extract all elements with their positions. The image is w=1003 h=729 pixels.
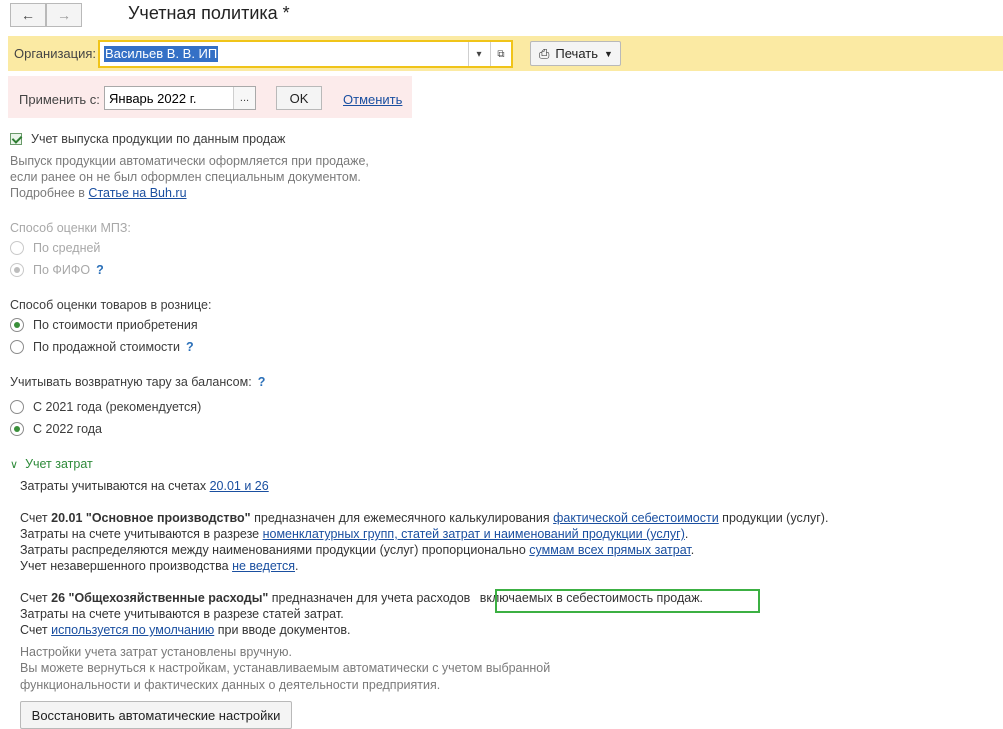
production-desc-1: Выпуск продукции автоматически оформляет… <box>10 154 369 168</box>
retail-option-purchase[interactable]: По стоимости приобретения <box>10 318 198 332</box>
a26-name: "Общехозяйственные расходы" <box>65 591 269 605</box>
a2001-text: Счет <box>20 511 52 525</box>
production-checkbox-row[interactable]: Учет выпуска продукции по данным продаж <box>10 120 610 146</box>
highlight-box <box>495 589 760 613</box>
help-icon[interactable]: ? <box>186 340 194 354</box>
mpz-option-fifo: По ФИФО ? <box>10 263 104 277</box>
organization-field[interactable]: Васильев В. В. ИП ▾ ⧉ <box>98 40 513 68</box>
a2001-text-2: предназначен для ежемесячного калькулиро… <box>250 511 554 525</box>
a26-line2: Затраты на счете учитываются в разрезе с… <box>20 607 344 621</box>
arrow-left-icon: ← <box>21 7 35 23</box>
radio-selected-icon[interactable] <box>10 318 24 332</box>
arrow-right-icon: → <box>57 7 71 23</box>
manual-note-3: функциональности и фактических данных о … <box>20 678 441 692</box>
retail-purchase-label: По стоимости приобретения <box>33 318 198 332</box>
a26-text-2: предназначен для учета расходов <box>268 591 474 605</box>
manual-note-2: Вы можете вернуться к настройкам, устана… <box>20 661 551 675</box>
radio-selected-icon <box>10 263 24 277</box>
accounts-link[interactable]: 20.01 и 26 <box>210 479 269 493</box>
a26-num: 26 <box>51 591 66 605</box>
retail-option-sale[interactable]: По продажной стоимости ? <box>10 340 194 354</box>
caret-down-icon: ▼ <box>604 48 613 59</box>
used-by-default-link[interactable]: используется по умолчанию <box>51 623 214 637</box>
help-icon[interactable]: ? <box>258 375 266 389</box>
tare-label-row: Учитывать возвратную тару за балансом: ? <box>10 375 265 389</box>
tare-option-2021[interactable]: С 2021 года (рекомендуется) <box>10 400 201 414</box>
a2001-line3-suffix: . <box>690 543 695 557</box>
costs-section-title: Учет затрат <box>25 457 93 471</box>
print-button[interactable]: ⎙ Печать ▼ <box>530 41 621 66</box>
a26-line3-text: Счет <box>20 623 52 637</box>
production-desc-2: если ранее он не был оформлен специальны… <box>10 170 361 184</box>
a2001-line2-suffix: . <box>684 527 689 541</box>
accounts-prefix: Затраты учитываются на счетах <box>20 479 210 493</box>
production-checkbox-label: Учет выпуска продукции по данным продаж <box>31 132 286 146</box>
organization-open-button[interactable]: ⧉ <box>490 42 511 66</box>
actual-cost-link[interactable]: фактической себестоимости <box>553 511 719 525</box>
a2001-line4-suffix: . <box>295 559 299 573</box>
buh-article-link[interactable]: Статье на Buh.ru <box>88 186 186 200</box>
more-prefix: Подробнее в <box>10 186 89 200</box>
direct-costs-link[interactable]: суммам всех прямых затрат <box>529 543 690 557</box>
a2001-num: 20.01 <box>51 511 83 525</box>
nomenclature-groups-link[interactable]: номенклатурных групп, статей затрат и на… <box>263 527 685 541</box>
tare-label: Учитывать возвратную тару за балансом: <box>10 375 252 389</box>
a26-text: Счет <box>20 591 52 605</box>
checkbox-checked-icon[interactable] <box>10 133 22 145</box>
page-title: Учетная политика * <box>128 3 290 23</box>
a2001-line4-text: Учет незавершенного производства <box>20 559 233 573</box>
a26-line3-suffix: при вводе документов. <box>214 623 351 637</box>
tare-option-2022[interactable]: С 2022 года <box>10 422 102 436</box>
organization-dropdown-button[interactable]: ▾ <box>468 42 489 66</box>
print-label: Печать <box>555 46 598 61</box>
a2001-line3-text: Затраты распределяются между наименовани… <box>20 543 530 557</box>
organization-label: Организация: <box>14 46 97 61</box>
cancel-link[interactable]: Отменить <box>343 92 402 107</box>
chevron-down-icon: ∨ <box>10 458 19 471</box>
back-button[interactable]: ← <box>10 3 46 27</box>
mpz-label: Способ оценки МПЗ: <box>10 221 131 235</box>
help-icon[interactable]: ? <box>96 263 104 277</box>
radio-icon[interactable] <box>10 400 24 414</box>
radio-icon[interactable] <box>10 340 24 354</box>
retail-label: Способ оценки товаров в рознице: <box>10 298 212 312</box>
ok-button[interactable]: OK <box>276 86 322 110</box>
retail-sale-label: По продажной стоимости <box>33 340 180 354</box>
tare-2022-label: С 2022 года <box>33 422 102 436</box>
open-window-icon: ⧉ <box>497 48 505 60</box>
costs-section-toggle[interactable]: ∨ Учет затрат <box>10 457 93 471</box>
tare-2021-label: С 2021 года (рекомендуется) <box>33 400 202 414</box>
radio-icon <box>10 241 24 255</box>
apply-from-label: Применить с: <box>19 92 100 107</box>
apply-date-field[interactable]: Январь 2022 г. ... <box>104 86 256 110</box>
mpz-option-average: По средней <box>10 241 100 255</box>
mpz-fifo-label: По ФИФО <box>33 263 91 277</box>
wip-not-maintained-link[interactable]: не ведется <box>232 559 295 573</box>
select-date-button[interactable]: ... <box>233 87 255 109</box>
manual-note-1: Настройки учета затрат установлены вручн… <box>20 645 292 659</box>
radio-selected-icon[interactable] <box>10 422 24 436</box>
a2001-text-3: продукции (услуг). <box>718 511 829 525</box>
forward-button[interactable]: → <box>46 3 82 27</box>
organization-value[interactable]: Васильев В. В. ИП <box>104 46 219 62</box>
mpz-average-label: По средней <box>33 241 101 255</box>
caret-down-icon: ▾ <box>476 48 482 60</box>
a2001-line2-text: Затраты на счете учитываются в разрезе <box>20 527 263 541</box>
printer-icon: ⎙ <box>539 45 550 61</box>
apply-date-value[interactable]: Январь 2022 г. <box>109 91 196 106</box>
a2001-name: "Основное производство" <box>82 511 251 525</box>
